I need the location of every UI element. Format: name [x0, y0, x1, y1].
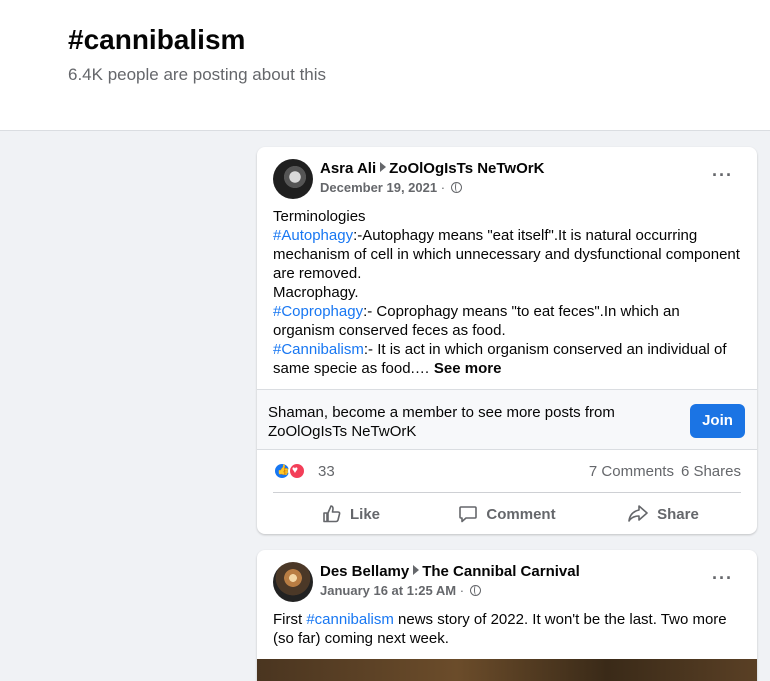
hashtag-link[interactable]: #Cannibalism	[273, 341, 364, 358]
post-body: Terminologies #Autophagy:-Autophagy mean…	[273, 207, 743, 378]
hashtag-link[interactable]: #Autophagy	[273, 227, 353, 244]
author-name[interactable]: Asra Ali	[320, 160, 376, 177]
arrow-right-icon	[380, 162, 387, 172]
comments-count[interactable]: 7 Comments	[589, 463, 674, 480]
post-date[interactable]: January 16 at 1:25 AM	[320, 583, 456, 598]
like-button[interactable]: Like	[273, 494, 429, 534]
post-line: #Cannibalism:- It is act in which organi…	[273, 340, 743, 378]
post-actions: Like Comment Share	[273, 494, 741, 534]
post-header: Des Bellamy The Cannibal Carnival	[320, 563, 580, 580]
reaction-count: 33	[318, 463, 335, 480]
share-label: Share	[657, 505, 699, 523]
thumbs-up-icon	[323, 505, 341, 523]
globe-icon	[469, 585, 481, 596]
meta-separator: ·	[440, 180, 446, 195]
shares-count[interactable]: 6 Shares	[681, 463, 741, 480]
post-meta: January 16 at 1:25 AM ·	[320, 583, 481, 598]
divider	[273, 492, 741, 493]
avatar[interactable]	[273, 562, 313, 602]
author-name[interactable]: Des Bellamy	[320, 563, 409, 580]
post-line: #Coprophagy:- Coprophagy means "to eat f…	[273, 302, 743, 340]
like-label: Like	[349, 505, 380, 523]
post-meta: December 19, 2021 ·	[320, 180, 462, 195]
post-image[interactable]	[257, 659, 757, 681]
post-card: Des Bellamy The Cannibal Carnival January…	[257, 550, 757, 681]
engagement-counts: 7 Comments 6 Shares	[589, 463, 741, 480]
hashtag-link[interactable]: #cannibalism	[306, 611, 394, 628]
post-line: #Autophagy:-Autophagy means "eat itself"…	[273, 226, 743, 283]
share-button[interactable]: Share	[585, 494, 741, 534]
comment-label: Comment	[486, 505, 556, 523]
post-line: Terminologies	[273, 208, 366, 225]
post-line-text: First	[273, 611, 307, 628]
join-button[interactable]: Join	[690, 404, 745, 438]
avatar[interactable]	[273, 159, 313, 199]
group-name[interactable]: The Cannibal Carnival	[422, 563, 580, 580]
join-group-bar: Shaman, become a member to see more post…	[257, 389, 757, 450]
meta-separator: ·	[459, 583, 465, 598]
post-date[interactable]: December 19, 2021	[320, 180, 437, 195]
see-more-link[interactable]: See more	[434, 360, 502, 377]
comment-button[interactable]: Comment	[429, 494, 585, 534]
globe-icon	[450, 182, 462, 193]
join-prompt: Shaman, become a member to see more post…	[268, 404, 615, 440]
post-body: First #cannibalism news story of 2022. I…	[273, 610, 743, 648]
hashtag-subtitle: 6.4K people are posting about this	[68, 65, 327, 84]
post-card: Asra Ali ZoOlOgIsTs NeTwOrK December 19, …	[257, 147, 757, 534]
hashtag-title: #cannibalism	[68, 24, 246, 55]
hashtag-header: #cannibalism 6.4K people are posting abo…	[0, 0, 770, 131]
share-icon	[628, 505, 648, 522]
comment-icon	[459, 506, 478, 523]
more-options-icon[interactable]: ···	[712, 166, 733, 184]
post-header: Asra Ali ZoOlOgIsTs NeTwOrK	[320, 160, 544, 177]
group-name[interactable]: ZoOlOgIsTs NeTwOrK	[389, 160, 544, 177]
arrow-right-icon	[413, 565, 420, 575]
more-options-icon[interactable]: ···	[712, 569, 733, 587]
hashtag-link[interactable]: #Coprophagy	[273, 303, 363, 320]
post-line: Macrophagy.	[273, 284, 359, 301]
love-reaction-icon: ♥	[288, 462, 306, 480]
